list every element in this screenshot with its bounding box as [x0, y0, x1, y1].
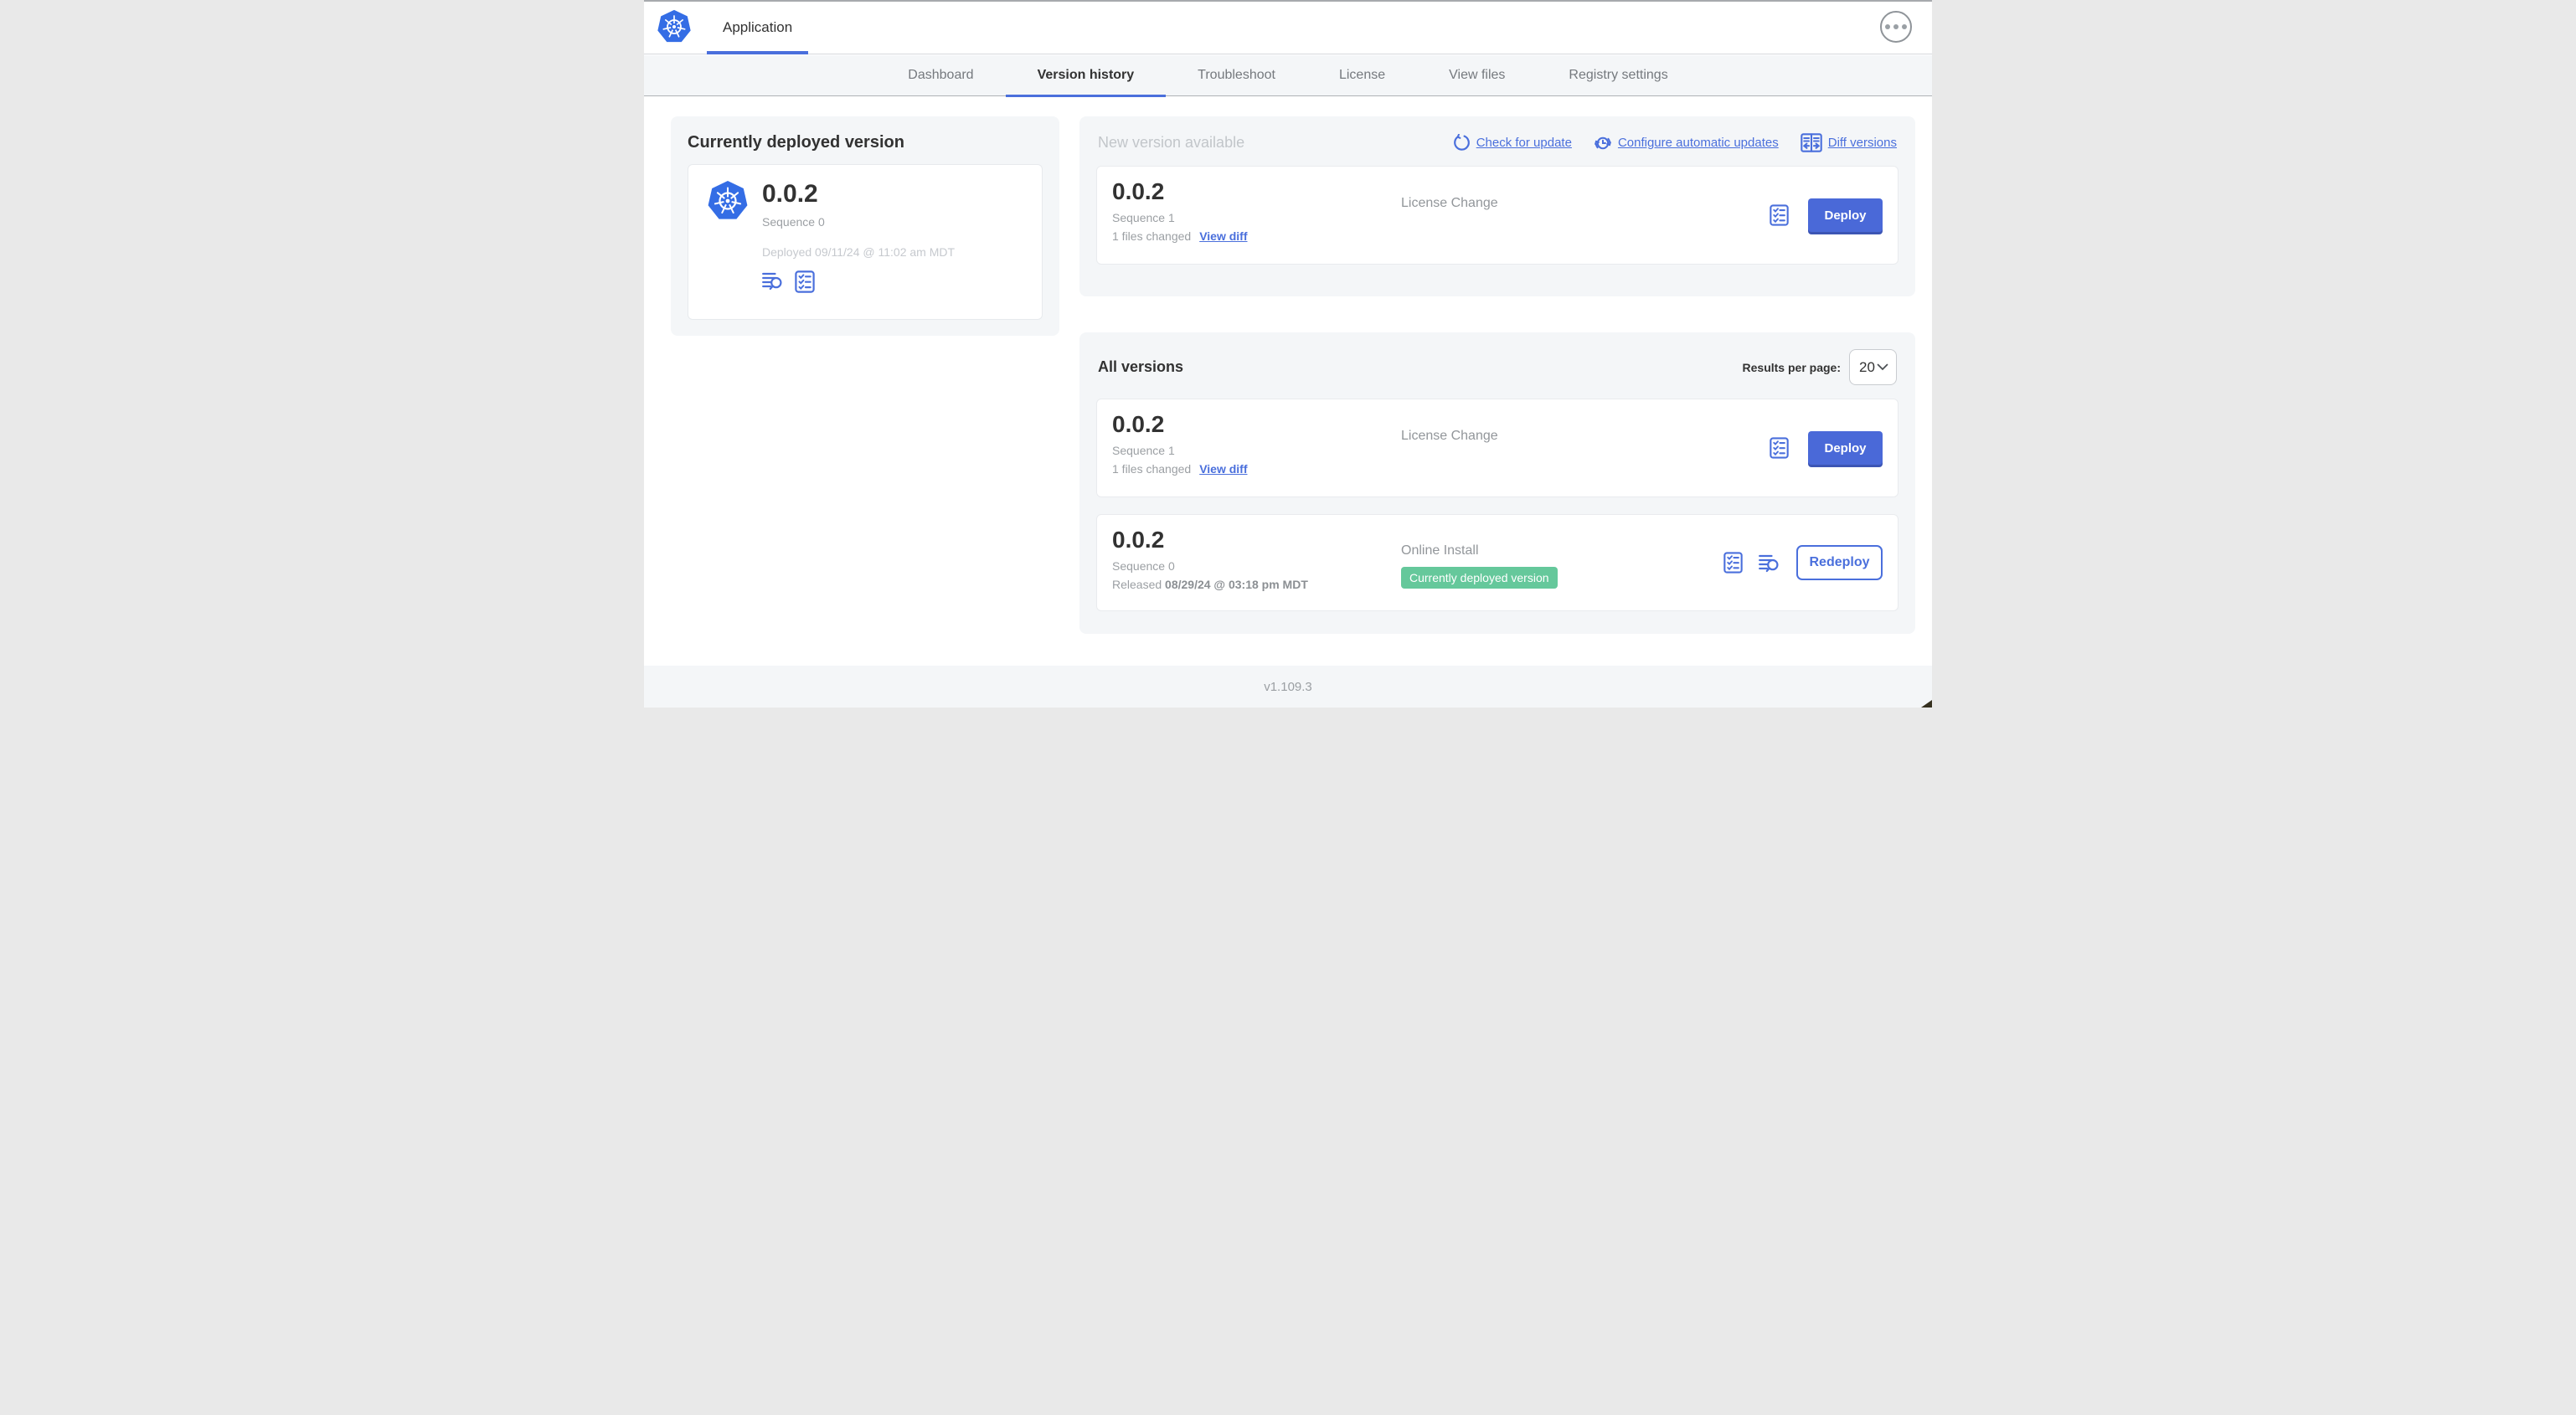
top-bar: Application: [644, 0, 1932, 54]
preflight-checklist-icon[interactable]: [1770, 437, 1789, 459]
version-row: 0.0.2 Sequence 0 Released 08/29/24 @ 03:…: [1096, 514, 1899, 611]
console-version: v1.109.3: [1264, 679, 1312, 694]
app-tab-application[interactable]: Application: [707, 0, 809, 54]
version-row: 0.0.2 Sequence 1 1 files changed View di…: [1096, 399, 1899, 497]
tab-troubleshoot[interactable]: Troubleshoot: [1166, 55, 1307, 96]
footer: v1.109.3: [644, 666, 1932, 708]
deployed-version-number: 0.0.2: [762, 180, 818, 208]
redeploy-button[interactable]: Redeploy: [1796, 545, 1883, 580]
results-per-page-label: Results per page:: [1742, 360, 1841, 374]
diff-versions-link[interactable]: Diff versions: [1800, 133, 1897, 152]
new-version-row: 0.0.2 Sequence 1 1 files changed View di…: [1096, 166, 1899, 265]
all-versions-title: All versions: [1098, 358, 1184, 375]
all-versions-panel: All versions Results per page: 20 0.0.2 …: [1079, 332, 1915, 634]
preflight-checklist-icon[interactable]: [795, 270, 815, 293]
files-changed: 1 files changed: [1112, 229, 1192, 244]
app-nav: Dashboard Version history Troubleshoot L…: [644, 55, 1932, 97]
view-logs-icon[interactable]: [1759, 553, 1780, 574]
tab-license[interactable]: License: [1307, 55, 1417, 96]
app-title: Application: [723, 18, 793, 35]
preflight-checklist-icon[interactable]: [1770, 204, 1789, 226]
ellipsis-icon: [1885, 24, 1890, 29]
check-for-update-link[interactable]: Check for update: [1452, 133, 1572, 152]
released-timestamp: Released 08/29/24 @ 03:18 pm MDT: [1112, 578, 1308, 592]
kubernetes-logo-icon: [707, 180, 749, 222]
results-per-page-select[interactable]: 20: [1849, 349, 1897, 385]
new-version-title: New version available: [1098, 134, 1245, 151]
new-version-panel: New version available Check for update C…: [1079, 116, 1915, 296]
currently-deployed-card: 0.0.2 Sequence 0 Deployed 09/11/24 @ 11:…: [688, 164, 1043, 320]
schedule-update-icon: [1594, 134, 1612, 152]
view-diff-link[interactable]: View diff: [1199, 229, 1247, 243]
version-source: Online Install: [1401, 543, 1479, 558]
view-diff-link[interactable]: View diff: [1199, 462, 1247, 476]
configure-automatic-updates-link[interactable]: Configure automatic updates: [1594, 134, 1779, 152]
currently-deployed-title: Currently deployed version: [688, 133, 904, 152]
version-number: 0.0.2: [1112, 178, 1165, 204]
kots-admin-console: Application Dashboard Version history Tr…: [644, 0, 1932, 708]
deployed-sequence: Sequence 0: [762, 215, 825, 229]
currently-deployed-badge: Currently deployed version: [1401, 567, 1558, 589]
version-source: License Change: [1401, 196, 1498, 210]
version-sequence: Sequence 0: [1112, 559, 1175, 574]
version-number: 0.0.2: [1112, 411, 1165, 437]
version-sequence: Sequence 1: [1112, 444, 1175, 458]
tab-version-history[interactable]: Version history: [1005, 55, 1167, 97]
diff-icon: [1800, 133, 1822, 152]
currently-deployed-panel: Currently deployed version 0.0.2 Sequenc…: [671, 116, 1059, 336]
window-edge: [644, 0, 1932, 2]
deploy-button[interactable]: Deploy: [1808, 431, 1883, 465]
app-options-button[interactable]: [1880, 11, 1912, 43]
chevron-down-icon: [1877, 363, 1888, 371]
files-changed: 1 files changed: [1112, 462, 1192, 476]
deployed-timestamp: Deployed 09/11/24 @ 11:02 am MDT: [762, 245, 956, 259]
tab-dashboard[interactable]: Dashboard: [876, 55, 1005, 96]
kubernetes-logo-icon: [657, 9, 692, 44]
version-number: 0.0.2: [1112, 527, 1165, 553]
version-source: License Change: [1401, 429, 1498, 443]
view-logs-icon[interactable]: [762, 270, 784, 293]
deploy-button[interactable]: Deploy: [1808, 198, 1883, 232]
active-app-tab-indicator: [707, 51, 809, 54]
tab-registry-settings[interactable]: Registry settings: [1537, 55, 1699, 96]
refresh-icon: [1452, 133, 1471, 152]
version-sequence: Sequence 1: [1112, 211, 1175, 225]
tab-view-files[interactable]: View files: [1417, 55, 1537, 96]
preflight-checklist-icon[interactable]: [1723, 552, 1743, 574]
